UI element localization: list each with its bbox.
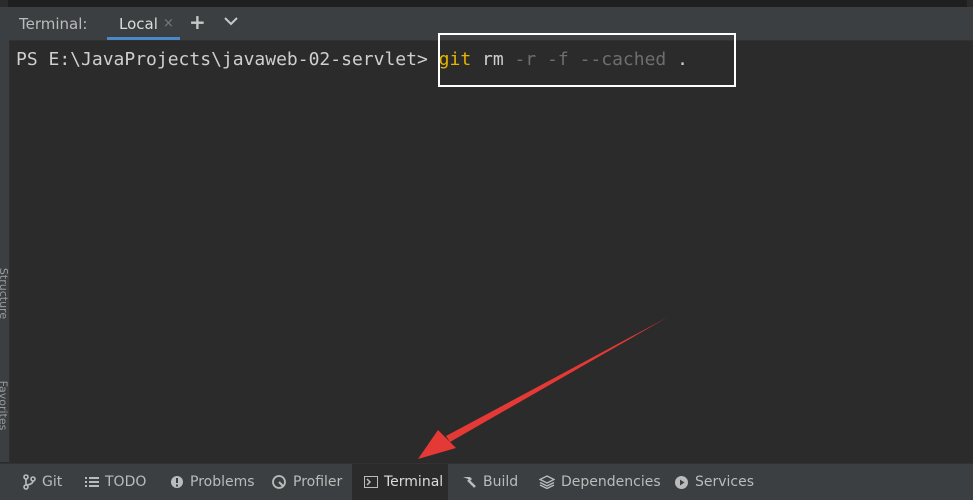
tool-label: Dependencies <box>561 474 661 490</box>
annotation-arrow <box>418 317 668 459</box>
tool-label: Git <box>42 474 63 490</box>
hammer-icon <box>463 477 476 488</box>
tool-build[interactable]: Build <box>461 464 518 500</box>
info-icon <box>171 476 183 488</box>
tool-todo[interactable]: TODO <box>85 464 146 500</box>
play-circle-icon <box>675 475 688 489</box>
tool-label: TODO <box>105 474 147 490</box>
terminal-icon <box>364 476 378 488</box>
tool-label: Profiler <box>293 474 343 490</box>
tool-label: Services <box>695 474 755 490</box>
tool-terminal[interactable]: Terminal <box>352 464 448 500</box>
tool-dependencies[interactable]: Dependencies <box>539 464 661 500</box>
tool-profiler[interactable]: Profiler <box>271 464 342 500</box>
list-icon <box>85 477 99 487</box>
tool-label: Terminal <box>384 474 444 490</box>
profiler-icon <box>272 475 286 489</box>
tool-label: Build <box>483 474 519 490</box>
tool-problems[interactable]: Problems <box>170 464 255 500</box>
layers-icon <box>539 475 555 489</box>
tool-services[interactable]: Services <box>674 464 754 500</box>
tool-git[interactable]: Git <box>22 464 62 500</box>
bottom-tool-bar: Git TODO Problems Profiler Terminal Buil… <box>0 463 973 500</box>
branch-icon <box>23 474 36 490</box>
tool-label: Problems <box>190 474 255 490</box>
